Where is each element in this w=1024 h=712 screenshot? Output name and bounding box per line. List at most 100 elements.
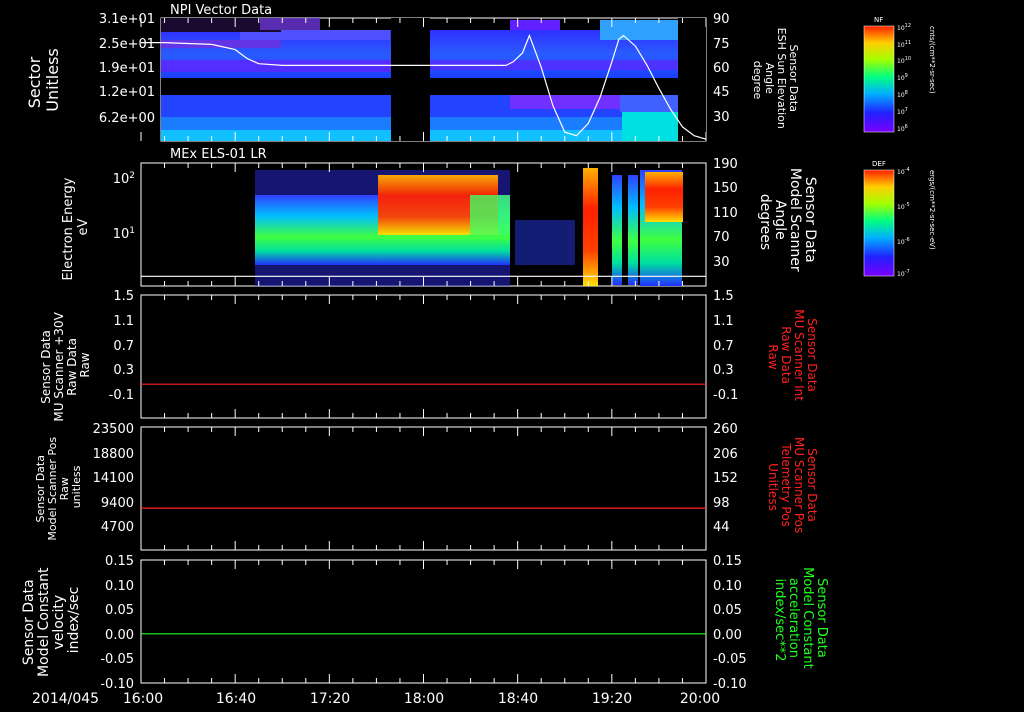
ytick-label: 9400 [101,496,134,511]
axis-title: Sensor Data Model Constant velocity inde… [21,563,82,677]
ytick-label: 1.1 [113,314,134,329]
ytick-label: 0.3 [713,363,734,378]
ytick-label: -0.05 [713,652,747,667]
svg-text:10-4: 10-4 [897,167,910,176]
ytick-label: 6.2e+00 [99,111,155,126]
svg-text:107: 107 [897,107,908,116]
ytick-label: 0.15 [105,554,134,569]
svg-text:109: 109 [897,73,908,82]
heatmap-cells [255,168,683,286]
colorbar-unit: ergs/(cm**2-sr-sec-eV) [928,170,936,250]
colorbar-unit: cnts/(cm**2-sr-sec) [928,26,936,94]
date-label: 2014/045 [32,691,99,707]
ytick-label: 70 [713,230,730,245]
svg-text:108: 108 [897,90,908,99]
xtick-label: 18:40 [498,691,538,707]
panel-scanner-position [140,426,707,551]
colorbar-els: DEF 10-4 10-5 10-6 10-7 ergs/(cm**2-sr-s… [863,160,936,278]
xtick-label: 19:20 [592,691,632,707]
ytick-label: 1.9e+01 [99,61,155,76]
ytick-label: 0.05 [713,603,742,618]
ytick-label: 44 [713,520,730,535]
ytick-label: 0.00 [105,628,134,643]
ytick-label: 0.00 [713,628,742,643]
ytick-label: 4700 [101,520,134,535]
right-axis-titles: Sensor Data ESH Sun Elevation Angle degr… [751,28,829,673]
figure: NPI Vector Data MEx ELS-01 LR 3.1e+01 2.… [21,3,936,707]
xtick-label: 18:00 [404,691,444,707]
ytick-label: 190 [713,157,738,172]
ytick-label: 152 [713,471,738,486]
ytick-label: 0.05 [105,603,134,618]
svg-text:1010: 1010 [897,56,911,65]
panel-model-velocity [140,559,707,684]
axis-title: Sensor Data Model Constant acceleration … [772,567,829,673]
svg-text:1012: 1012 [897,23,911,32]
axis-title: Sensor Data MU Scanner Pos Telemetry Pos… [766,437,819,537]
axis-title: Sensor Data ESH Sun Elevation Angle degr… [751,28,800,133]
ytick-label: 2.5e+01 [99,37,155,52]
panel-scanner-voltage [140,294,707,419]
xtick-label: 16:00 [123,691,163,707]
ytick-label: 30 [713,255,730,270]
ytick-label: 1.5 [713,289,734,304]
colorbar-label: DEF [872,160,886,168]
panel-title: NPI Vector Data [170,3,272,18]
plot-frame [140,426,707,551]
ytick-label: 0.10 [713,579,742,594]
ytick-label: 45 [713,85,730,100]
ytick-label: 14100 [93,471,134,486]
xtick-label: 16:40 [216,691,256,707]
ytick-label: 206 [713,447,738,462]
colorbar-gradient [863,169,895,277]
ytick-label: 150 [713,181,738,196]
colorbar-gradient [863,25,895,133]
ytick-label: 260 [713,422,738,437]
panel-npi: NPI Vector Data [140,3,707,142]
ytick-label: 110 [713,206,738,221]
axis-title: Sensor Data Model Scanner Pos Raw unitle… [34,433,83,540]
colorbar-label: NF [874,16,883,24]
left-axis-titles: Sector Unitless Electron Energy eV Senso… [21,48,92,677]
ytick-label: 1.5 [113,289,134,304]
colorbar-ticks: 10-4 10-5 10-6 10-7 [897,167,910,278]
panel-els: MEx ELS-01 LR [140,147,707,287]
axis-title: Sensor Data MU Scanner +30V Raw Data Raw [39,308,92,421]
axis-title: Sensor Data Model Scanner Angle degrees [757,168,818,276]
ytick-label: 98 [713,496,730,511]
axis-title: Sensor Data MU Scanner Int Raw Data Raw [766,309,819,405]
ytick-label: 0.3 [113,363,134,378]
ytick-label: 30 [713,110,730,125]
svg-text:10-6: 10-6 [897,237,910,246]
ytick-label: -0.10 [713,677,747,692]
ytick-label: 0.7 [713,339,734,354]
svg-text:106: 106 [897,124,908,133]
ytick-label: 1.2e+01 [99,85,155,100]
ytick-label: -0.10 [100,677,134,692]
ytick-label: 3.1e+01 [99,12,155,27]
ytick-label: 1.1 [713,314,734,329]
ytick-label: 90 [713,12,730,27]
xtick-label: 20:00 [680,691,720,707]
axis-title: Electron Energy eV [61,173,91,280]
colorbar-npi: NF 1012 1011 1010 109 108 107 106 cnts/(… [863,16,936,133]
ytick-label: 18800 [93,447,134,462]
ytick-label: -0.05 [100,652,134,667]
svg-text:1011: 1011 [897,40,911,49]
plot-frame [140,559,707,684]
time-axis: 2014/045 16:00 16:40 17:20 18:00 18:40 1… [32,691,720,707]
svg-text:10-7: 10-7 [897,269,910,278]
ytick-label: 75 [713,37,730,52]
ytick-label: 101 [113,226,135,242]
ytick-label: 0.15 [713,554,742,569]
right-ytick-labels: 90 75 60 45 30 190 150 110 70 30 1.5 1.1… [713,12,747,692]
ytick-label: 60 [713,61,730,76]
plot-frame [140,294,707,419]
ytick-label: 0.10 [105,579,134,594]
ytick-label: 23500 [93,422,134,437]
ytick-label: 0.7 [113,339,134,354]
panel-title: MEx ELS-01 LR [170,147,267,162]
xtick-label: 17:20 [310,691,350,707]
axis-title: Sector Unitless [25,48,62,112]
ytick-label: -0.1 [109,388,134,403]
